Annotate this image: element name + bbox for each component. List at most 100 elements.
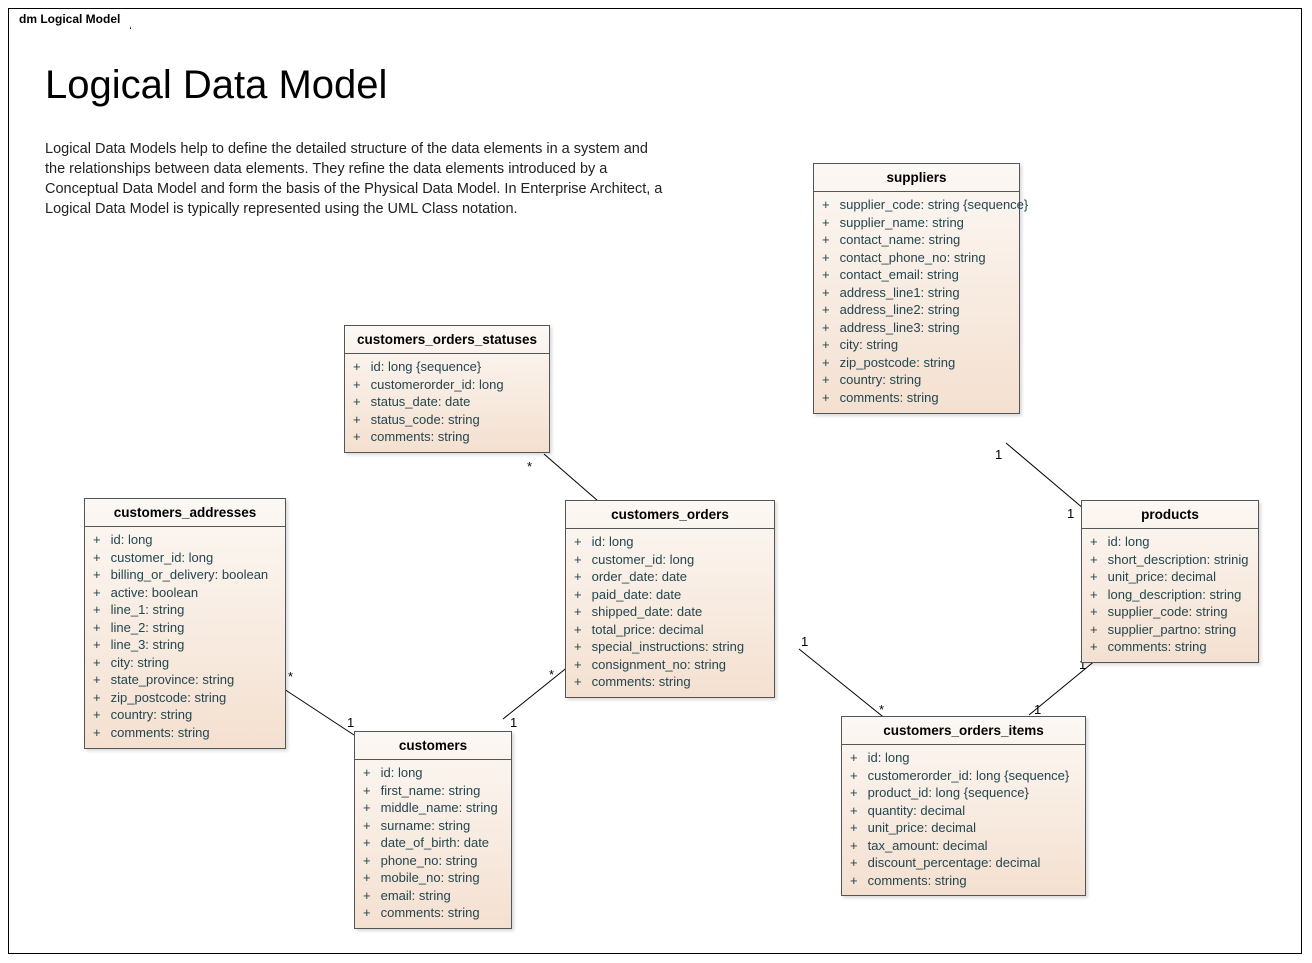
- visibility-plus-icon: +: [822, 319, 836, 337]
- attribute-text: long_description: string: [1104, 587, 1241, 602]
- entity-attribute: + supplier_code: string {sequence}: [822, 196, 1013, 214]
- entity-attribute: + id: long: [1090, 533, 1252, 551]
- entity-attribute: + surname: string: [363, 817, 505, 835]
- entity-attribute: + email: string: [363, 887, 505, 905]
- attribute-text: customer_id: long: [588, 552, 694, 567]
- visibility-plus-icon: +: [353, 428, 367, 446]
- attribute-text: product_id: long {sequence}: [864, 785, 1029, 800]
- visibility-plus-icon: +: [363, 869, 377, 887]
- entity-title: products: [1082, 501, 1258, 529]
- multiplicity-label: 1: [347, 715, 354, 730]
- entity-attribute: + paid_date: date: [574, 586, 768, 604]
- visibility-plus-icon: +: [363, 834, 377, 852]
- entity-attribute: + first_name: string: [363, 782, 505, 800]
- entity-attribute: + quantity: decimal: [850, 802, 1079, 820]
- visibility-plus-icon: +: [363, 887, 377, 905]
- attribute-text: comments: string: [588, 674, 691, 689]
- visibility-plus-icon: +: [574, 673, 588, 691]
- visibility-plus-icon: +: [822, 249, 836, 267]
- entity-attribute: + id: long: [93, 531, 279, 549]
- visibility-plus-icon: +: [1090, 551, 1104, 569]
- visibility-plus-icon: +: [574, 533, 588, 551]
- attribute-text: phone_no: string: [377, 853, 477, 868]
- entity-title: customers_orders_items: [842, 717, 1085, 745]
- frame-label: dm Logical Model: [8, 8, 131, 29]
- attribute-text: supplier_code: string {sequence}: [836, 197, 1028, 212]
- attribute-text: customer_id: long: [107, 550, 213, 565]
- visibility-plus-icon: +: [574, 656, 588, 674]
- entity-attrs: + id: long+ short_description: strinig+ …: [1082, 529, 1258, 662]
- attribute-text: customerorder_id: long {sequence}: [864, 768, 1069, 783]
- attribute-text: contact_phone_no: string: [836, 250, 986, 265]
- attribute-text: active: boolean: [107, 585, 198, 600]
- attribute-text: id: long: [864, 750, 910, 765]
- attribute-text: date_of_birth: date: [377, 835, 489, 850]
- attribute-text: line_1: string: [107, 602, 184, 617]
- entity-attribute: + tax_amount: decimal: [850, 837, 1079, 855]
- diagram-description: Logical Data Models help to define the d…: [45, 139, 665, 219]
- visibility-plus-icon: +: [850, 872, 864, 890]
- entity-attribute: + line_1: string: [93, 601, 279, 619]
- visibility-plus-icon: +: [822, 301, 836, 319]
- entity-attribute: + comments: string: [1090, 638, 1252, 656]
- visibility-plus-icon: +: [363, 799, 377, 817]
- multiplicity-label: *: [288, 669, 293, 684]
- entity-attribute: + status_code: string: [353, 411, 543, 429]
- entity-attribute: + order_date: date: [574, 568, 768, 586]
- visibility-plus-icon: +: [1090, 568, 1104, 586]
- entity-customers-orders-items: customers_orders_items + id: long+ custo…: [841, 716, 1086, 896]
- entity-attribute: + line_3: string: [93, 636, 279, 654]
- attribute-text: status_date: date: [367, 394, 470, 409]
- visibility-plus-icon: +: [93, 654, 107, 672]
- attribute-text: state_province: string: [107, 672, 234, 687]
- visibility-plus-icon: +: [363, 817, 377, 835]
- entity-customers-orders: customers_orders + id: long+ customer_id…: [565, 500, 775, 698]
- attribute-text: tax_amount: decimal: [864, 838, 988, 853]
- attribute-text: email: string: [377, 888, 451, 903]
- visibility-plus-icon: +: [93, 531, 107, 549]
- visibility-plus-icon: +: [353, 393, 367, 411]
- entity-attribute: + long_description: string: [1090, 586, 1252, 604]
- attribute-text: status_code: string: [367, 412, 480, 427]
- visibility-plus-icon: +: [1090, 586, 1104, 604]
- attribute-text: middle_name: string: [377, 800, 498, 815]
- entity-attribute: + state_province: string: [93, 671, 279, 689]
- entity-attribute: + supplier_partno: string: [1090, 621, 1252, 639]
- visibility-plus-icon: +: [822, 266, 836, 284]
- entity-attribute: + comments: string: [353, 428, 543, 446]
- entity-attribute: + supplier_code: string: [1090, 603, 1252, 621]
- visibility-plus-icon: +: [93, 706, 107, 724]
- visibility-plus-icon: +: [850, 767, 864, 785]
- visibility-plus-icon: +: [822, 371, 836, 389]
- visibility-plus-icon: +: [822, 214, 836, 232]
- visibility-plus-icon: +: [93, 566, 107, 584]
- entity-attribute: + special_instructions: string: [574, 638, 768, 656]
- visibility-plus-icon: +: [93, 636, 107, 654]
- visibility-plus-icon: +: [353, 358, 367, 376]
- attribute-text: address_line1: string: [836, 285, 960, 300]
- entity-attrs: + id: long {sequence}+ customerorder_id:…: [345, 354, 549, 452]
- entity-customers-addresses: customers_addresses + id: long+ customer…: [84, 498, 286, 749]
- entity-attribute: + zip_postcode: string: [822, 354, 1013, 372]
- visibility-plus-icon: +: [353, 376, 367, 394]
- multiplicity-label: 1: [1034, 702, 1041, 717]
- entity-attribute: + contact_name: string: [822, 231, 1013, 249]
- multiplicity-label: 1: [995, 447, 1002, 462]
- entity-attrs: + id: long+ customerorder_id: long {sequ…: [842, 745, 1085, 895]
- entity-attrs: + supplier_code: string {sequence}+ supp…: [814, 192, 1019, 413]
- visibility-plus-icon: +: [93, 601, 107, 619]
- visibility-plus-icon: +: [1090, 621, 1104, 639]
- entity-attribute: + city: string: [93, 654, 279, 672]
- visibility-plus-icon: +: [363, 904, 377, 922]
- entity-attribute: + mobile_no: string: [363, 869, 505, 887]
- attribute-text: unit_price: decimal: [1104, 569, 1216, 584]
- entity-attribute: + id: long: [574, 533, 768, 551]
- attribute-text: shipped_date: date: [588, 604, 702, 619]
- attribute-text: address_line3: string: [836, 320, 960, 335]
- visibility-plus-icon: +: [822, 354, 836, 372]
- visibility-plus-icon: +: [574, 603, 588, 621]
- visibility-plus-icon: +: [574, 621, 588, 639]
- attribute-text: supplier_code: string: [1104, 604, 1228, 619]
- entity-attribute: + address_line2: string: [822, 301, 1013, 319]
- entity-suppliers: suppliers + supplier_code: string {seque…: [813, 163, 1020, 414]
